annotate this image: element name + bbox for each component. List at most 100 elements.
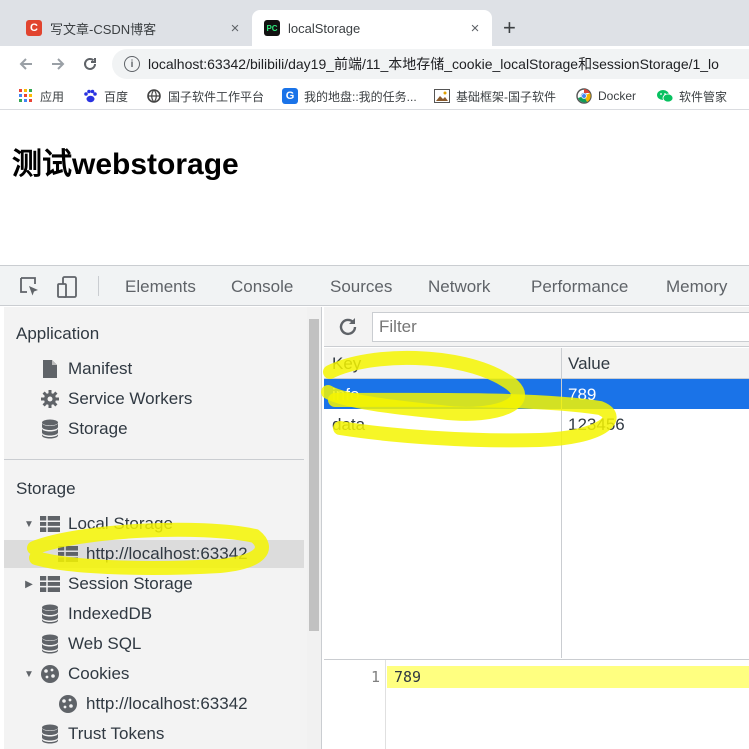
page-title: 测试webstorage: [12, 148, 239, 181]
collapsed-triangle-icon[interactable]: ▶: [22, 579, 36, 590]
expanded-triangle-icon[interactable]: ▼: [22, 519, 36, 530]
sidebar-scrollbar[interactable]: [307, 307, 321, 749]
database-icon: [40, 604, 60, 624]
tab-memory[interactable]: Memory: [666, 277, 727, 297]
scrollbar-thumb[interactable]: [309, 319, 319, 631]
tab-sources[interactable]: Sources: [330, 277, 392, 297]
sidebar-item-label: Service Workers: [68, 389, 193, 408]
database-icon: [40, 634, 60, 654]
bookmark-label: 基础框架-国子软件: [456, 89, 556, 104]
storage-toolbar: [324, 307, 749, 347]
g-logo-icon: G: [282, 88, 298, 104]
screen: C 写文章-CSDN博客 × PC localStorage × + i loc…: [0, 0, 749, 749]
page-content: 测试webstorage: [0, 111, 749, 265]
sidebar-divider: [4, 459, 304, 460]
sidebar-item-cookies[interactable]: ▼ Cookies: [22, 660, 129, 688]
sidebar-item-label: IndexedDB: [68, 604, 153, 623]
row-key: info: [332, 385, 360, 404]
sidebar-item-label: Manifest: [68, 359, 133, 378]
highlighted-line: [387, 666, 749, 688]
tab-elements[interactable]: Elements: [125, 277, 196, 297]
sidebar-item-websql[interactable]: Web SQL: [40, 630, 141, 658]
arrow-right-icon: [52, 58, 65, 70]
cursor-inspect-icon: [20, 277, 38, 296]
line-gutter: 1: [324, 660, 386, 749]
tab-localstorage[interactable]: PC localStorage ×: [252, 10, 492, 46]
tab-console[interactable]: Console: [231, 277, 293, 297]
tab-csdn[interactable]: C 写文章-CSDN博客 ×: [14, 10, 252, 46]
application-section-title: Application: [16, 324, 100, 343]
sidebar-item-label: Web SQL: [68, 634, 142, 653]
tab-title: localStorage: [288, 20, 361, 36]
apps-grid-icon: [18, 88, 34, 104]
bookmark-label: 百度: [104, 89, 129, 104]
tab-close-icon[interactable]: ×: [224, 20, 246, 37]
reload-button[interactable]: [78, 52, 102, 76]
bookmark-baidu[interactable]: 百度: [82, 87, 128, 105]
docker-icon: [576, 88, 592, 104]
bookmarks-bar: 应用 百度 国子软件工作平台 G 我的地盘::我的任务... 基础框架-国子软件: [0, 82, 749, 110]
sidebar-item-cookies-origin[interactable]: http://localhost:63342: [58, 690, 248, 718]
device-mode-icon: [57, 276, 77, 298]
line-number: 1: [370, 668, 380, 686]
table-header: Key Value: [324, 348, 749, 379]
sidebar-item-service-workers[interactable]: Service Workers: [40, 385, 192, 413]
tab-close-icon[interactable]: ×: [464, 20, 486, 37]
sidebar-item-indexeddb[interactable]: IndexedDB: [40, 600, 152, 628]
column-divider[interactable]: [561, 348, 562, 658]
column-header-value[interactable]: Value: [568, 354, 610, 374]
sidebar-item-label: http://localhost:63342: [86, 694, 248, 713]
bookmark-framework[interactable]: 基础框架-国子软件: [434, 87, 556, 105]
row-value: 789: [568, 385, 597, 404]
gear-icon: [40, 389, 60, 409]
photo-icon: [434, 88, 450, 104]
sidebar-item-label: Cookies: [68, 664, 130, 683]
sidebar-item-session-storage[interactable]: ▶ Session Storage: [22, 570, 193, 598]
device-toolbar-button[interactable]: [56, 275, 80, 299]
table-grid-icon: [58, 544, 78, 564]
refresh-icon[interactable]: [336, 315, 360, 339]
tab-performance[interactable]: Performance: [531, 277, 628, 297]
bookmark-guozi[interactable]: 国子软件工作平台: [146, 87, 264, 105]
bookmark-label: 我的地盘::我的任务...: [304, 89, 417, 104]
sidebar-item-manifest[interactable]: Manifest: [40, 355, 132, 383]
new-tab-button[interactable]: +: [503, 14, 516, 42]
info-icon[interactable]: i: [124, 56, 140, 72]
bookmark-apps[interactable]: 应用: [18, 87, 64, 105]
column-header-key[interactable]: Key: [332, 354, 361, 374]
value-preview: 1 789: [324, 659, 749, 749]
sidebar-item-trust-tokens[interactable]: Trust Tokens: [40, 720, 164, 748]
bookmark-label: 国子软件工作平台: [168, 89, 265, 104]
sidebar-item-local-storage[interactable]: ▼ Local Storage: [22, 510, 173, 538]
database-icon: [40, 419, 60, 439]
table-row[interactable]: data 123456: [324, 409, 749, 439]
tab-network[interactable]: Network: [428, 277, 490, 297]
bookmark-label: 应用: [40, 89, 65, 104]
bookmark-docker[interactable]: Docker: [576, 87, 636, 105]
storage-table: Key Value info 789 data 123456: [324, 348, 749, 658]
table-row[interactable]: info 789: [324, 379, 749, 409]
back-button[interactable]: [14, 52, 38, 76]
url-text: localhost:63342/bilibili/day19_前端/11_本地存…: [148, 56, 719, 72]
bookmark-mytasks[interactable]: G 我的地盘::我的任务...: [282, 87, 417, 105]
storage-view: Key Value info 789 data 123456 1 789: [324, 307, 749, 749]
bookmark-software[interactable]: 软件管家: [657, 87, 727, 105]
toolbar-divider: [98, 276, 99, 296]
inspect-element-button[interactable]: [18, 275, 42, 299]
devtools-panel: Elements Console Sources Network Perform…: [0, 265, 749, 749]
reload-icon: [84, 57, 96, 70]
cookie-icon: [40, 664, 60, 684]
address-bar[interactable]: i localhost:63342/bilibili/day19_前端/11_本…: [112, 49, 749, 79]
forward-button[interactable]: [46, 52, 70, 76]
sidebar-item-label: http://localhost:63342: [86, 544, 248, 563]
filter-input[interactable]: [372, 312, 749, 342]
devtools-tab-bar: Elements Console Sources Network Perform…: [0, 266, 749, 306]
sidebar-item-storage[interactable]: Storage: [40, 415, 128, 443]
sidebar-item-local-storage-origin[interactable]: http://localhost:63342: [4, 540, 304, 568]
sidebar-item-label: Storage: [68, 419, 128, 438]
expanded-triangle-icon[interactable]: ▼: [22, 669, 36, 680]
csdn-favicon-icon: C: [26, 20, 42, 36]
row-key: data: [332, 415, 366, 434]
wechat-icon: [657, 88, 673, 104]
sidebar-item-label: Local Storage: [68, 514, 173, 533]
